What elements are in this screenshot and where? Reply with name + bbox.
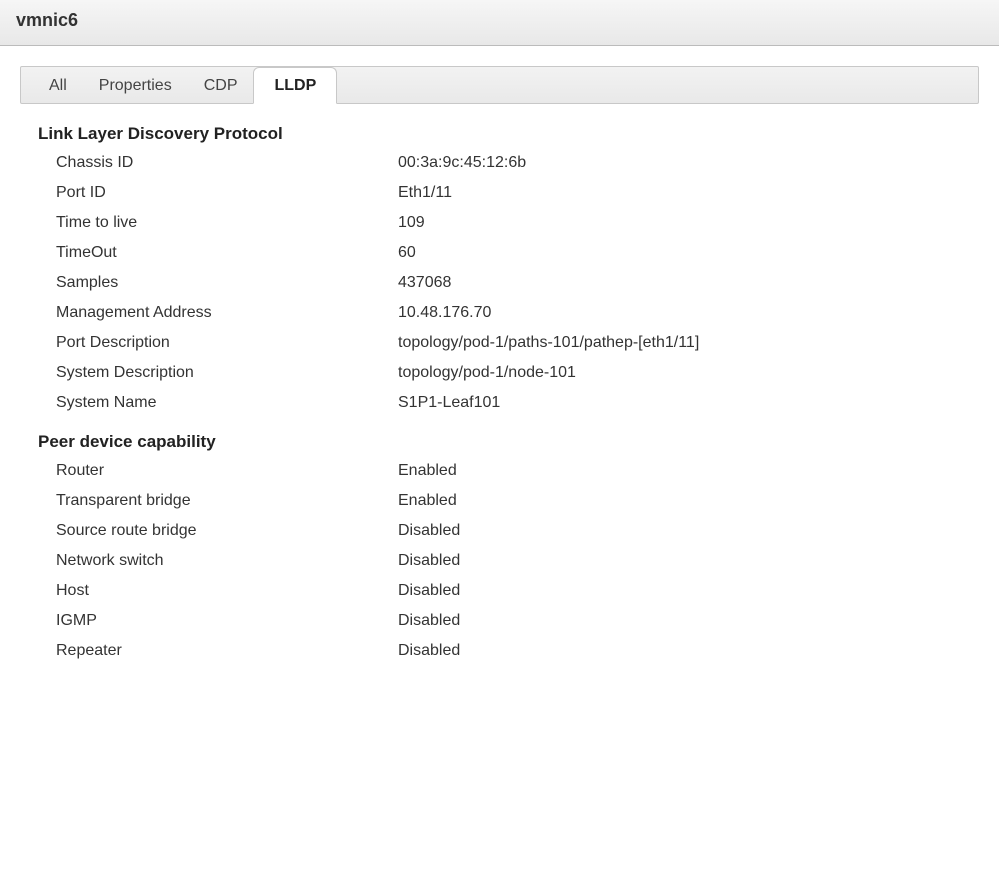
value-sys-desc: topology/pod-1/node-101	[398, 364, 576, 382]
value-mgmt-address: 10.48.176.70	[398, 304, 491, 322]
value-ttl: 109	[398, 214, 425, 232]
row-network-switch: Network switch Disabled	[38, 552, 961, 570]
label-network-switch: Network switch	[56, 552, 398, 570]
label-mgmt-address: Management Address	[56, 304, 398, 322]
label-host: Host	[56, 582, 398, 600]
row-mgmt-address: Management Address 10.48.176.70	[38, 304, 961, 322]
row-timeout: TimeOut 60	[38, 244, 961, 262]
row-host: Host Disabled	[38, 582, 961, 600]
value-sys-name: S1P1-Leaf101	[398, 394, 500, 412]
label-timeout: TimeOut	[56, 244, 398, 262]
window-title: vmnic6	[16, 10, 983, 31]
value-port-desc: topology/pod-1/paths-101/pathep-[eth1/11…	[398, 334, 699, 352]
row-port-desc: Port Description topology/pod-1/paths-10…	[38, 334, 961, 352]
label-port-desc: Port Description	[56, 334, 398, 352]
label-samples: Samples	[56, 274, 398, 292]
value-source-route-bridge: Disabled	[398, 522, 460, 540]
row-sys-desc: System Description topology/pod-1/node-1…	[38, 364, 961, 382]
value-repeater: Disabled	[398, 642, 460, 660]
value-timeout: 60	[398, 244, 416, 262]
value-samples: 437068	[398, 274, 451, 292]
window-header: vmnic6	[0, 0, 999, 46]
row-samples: Samples 437068	[38, 274, 961, 292]
row-repeater: Repeater Disabled	[38, 642, 961, 660]
section-lldp-header: Link Layer Discovery Protocol	[38, 124, 961, 144]
tab-content: Link Layer Discovery Protocol Chassis ID…	[20, 104, 979, 660]
label-chassis-id: Chassis ID	[56, 154, 398, 172]
row-router: Router Enabled	[38, 462, 961, 480]
label-igmp: IGMP	[56, 612, 398, 630]
row-port-id: Port ID Eth1/11	[38, 184, 961, 202]
tab-lldp[interactable]: LLDP	[253, 67, 337, 104]
value-network-switch: Disabled	[398, 552, 460, 570]
tab-bar: All Properties CDP LLDP	[20, 66, 979, 104]
label-source-route-bridge: Source route bridge	[56, 522, 398, 540]
body-area: All Properties CDP LLDP Link Layer Disco…	[0, 46, 999, 660]
row-chassis-id: Chassis ID 00:3a:9c:45:12:6b	[38, 154, 961, 172]
section-peer-header: Peer device capability	[38, 432, 961, 452]
label-transparent-bridge: Transparent bridge	[56, 492, 398, 510]
value-router: Enabled	[398, 462, 457, 480]
value-igmp: Disabled	[398, 612, 460, 630]
row-sys-name: System Name S1P1-Leaf101	[38, 394, 961, 412]
value-chassis-id: 00:3a:9c:45:12:6b	[398, 154, 526, 172]
row-source-route-bridge: Source route bridge Disabled	[38, 522, 961, 540]
label-sys-desc: System Description	[56, 364, 398, 382]
label-sys-name: System Name	[56, 394, 398, 412]
row-ttl: Time to live 109	[38, 214, 961, 232]
label-port-id: Port ID	[56, 184, 398, 202]
value-port-id: Eth1/11	[398, 184, 452, 202]
label-router: Router	[56, 462, 398, 480]
tab-all[interactable]: All	[33, 67, 83, 103]
row-transparent-bridge: Transparent bridge Enabled	[38, 492, 961, 510]
tab-properties[interactable]: Properties	[83, 67, 188, 103]
label-repeater: Repeater	[56, 642, 398, 660]
label-ttl: Time to live	[56, 214, 398, 232]
value-transparent-bridge: Enabled	[398, 492, 457, 510]
row-igmp: IGMP Disabled	[38, 612, 961, 630]
value-host: Disabled	[398, 582, 460, 600]
tab-cdp[interactable]: CDP	[188, 67, 254, 103]
